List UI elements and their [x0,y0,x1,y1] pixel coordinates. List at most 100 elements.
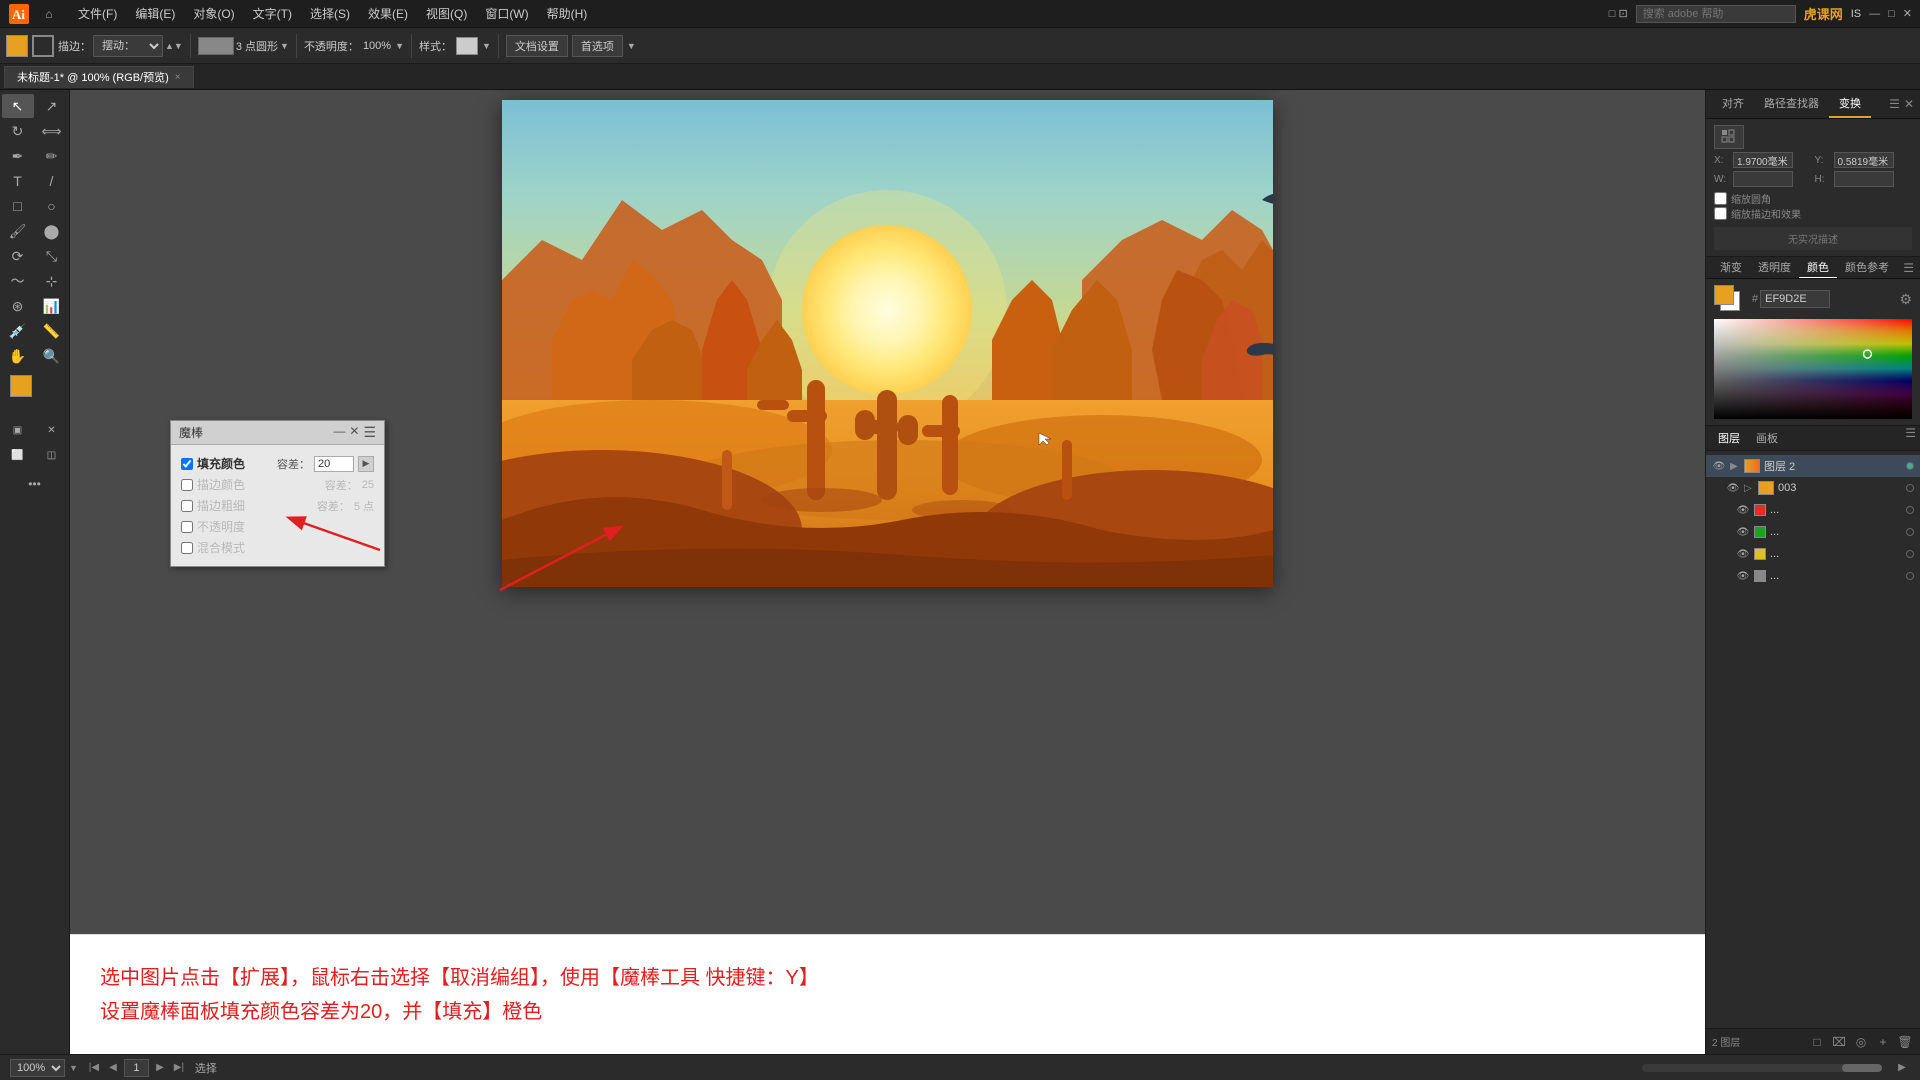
menu-window[interactable]: 窗口(W) [477,3,536,24]
layer-dot-green[interactable] [1906,528,1914,536]
view-screen-btn[interactable]: ⬜ [2,443,34,467]
right-panel-close-icon[interactable]: ✕ [1904,97,1914,111]
text-tool-btn[interactable]: T [2,169,34,193]
rotate2-tool-btn[interactable]: ⟳ [2,244,34,268]
color-panel-menu-icon[interactable]: ☰ [1903,261,1914,275]
gradient-tab[interactable]: 渐变 [1712,257,1750,278]
transform-grid-icon[interactable] [1714,125,1744,149]
home-icon[interactable]: ⌂ [38,3,60,25]
layer-expand-003[interactable]: ▷ [1744,483,1754,493]
delete-layer-btn[interactable]: 🗑 [1896,1033,1914,1051]
brush-tool-btn[interactable]: 🖌 [2,219,34,243]
align-tab[interactable]: 对齐 [1712,90,1754,118]
x-input[interactable] [1733,152,1793,168]
layer-eye-gray[interactable]: 👁 [1736,569,1750,583]
warp-tool-btn[interactable]: 〜 [2,269,34,293]
right-panel-menu-icon[interactable]: ☰ [1889,97,1900,111]
h-scrollbar[interactable] [1642,1064,1882,1072]
pathfinder-tab[interactable]: 路径查找器 [1754,90,1829,118]
layer-item-green[interactable]: 👁 ... [1706,521,1920,543]
prev-page-btn[interactable]: ◀ [105,1060,121,1076]
none-swatch-btn[interactable]: ✕ [36,418,68,442]
rect-tool-btn[interactable]: □ [2,194,34,218]
make-clipping-mask-btn[interactable]: ⌧ [1830,1033,1848,1051]
transparency-tab[interactable]: 透明度 [1750,257,1799,278]
window-min-btn[interactable]: — [1869,8,1880,20]
find-object-btn[interactable]: ◎ [1852,1033,1870,1051]
layer-expand-layer2[interactable]: ▶ [1730,461,1740,471]
stroke-swatch[interactable] [32,35,54,57]
layer-item-layer2[interactable]: 👁 ▶ 图层 2 [1706,455,1920,477]
layer-dot-yellow[interactable] [1906,550,1914,558]
fg-color-swatch[interactable] [10,375,32,397]
menu-text[interactable]: 文字(T) [245,3,300,24]
create-sublayer-btn[interactable]: □ [1808,1033,1826,1051]
layer-dot-red[interactable] [1906,506,1914,514]
doc-settings-btn[interactable]: 文档设置 [506,35,568,57]
layer-item-red[interactable]: 👁 ... [1706,499,1920,521]
color-spectrum[interactable] [1714,319,1912,419]
fill-tolerance-input[interactable] [314,456,354,472]
gradient-swatch-btn[interactable]: ▣ [2,418,34,442]
y-input[interactable] [1834,152,1894,168]
window-close-btn[interactable]: ✕ [1903,7,1912,20]
ellipse-tool-btn[interactable]: ○ [36,194,68,218]
menu-select[interactable]: 选择(S) [302,3,358,24]
menu-object[interactable]: 对象(O) [185,3,242,24]
zoom-select[interactable]: 100% [10,1059,65,1077]
change-mode-btn[interactable]: ◫ [36,443,68,467]
measure-tool-btn[interactable]: 📏 [36,319,68,343]
layers-tab-layers[interactable]: 图层 [1710,426,1748,450]
menu-help[interactable]: 帮助(H) [539,3,596,24]
menu-view[interactable]: 视图(Q) [418,3,475,24]
fill-tolerance-increment-btn[interactable]: ▶ [358,456,374,472]
color-reference-tab[interactable]: 颜色参考 [1837,257,1897,278]
layer-dot-gray[interactable] [1906,572,1914,580]
last-page-btn[interactable]: ▶| [171,1060,187,1076]
blob-brush-tool-btn[interactable]: ⬤ [36,219,68,243]
h-scrollbar-thumb[interactable] [1842,1064,1882,1072]
fg-swatch-display[interactable] [1714,285,1734,305]
layer-eye-yellow[interactable]: 👁 [1736,547,1750,561]
wand-mode-select[interactable]: 摆动： [93,35,163,57]
page-input[interactable] [124,1059,149,1077]
line-tool-btn[interactable]: / [36,169,68,193]
direct-select-tool-btn[interactable]: ↗ [36,94,68,118]
layer-eye-003[interactable]: 👁 [1726,481,1740,495]
document-tab[interactable]: 未标题-1* @ 100% (RGB/预览) × [4,66,194,88]
fill-color-checkbox[interactable] [181,458,193,470]
tab-close-btn[interactable]: × [175,72,181,83]
eyedropper-tool-btn[interactable]: 💉 [2,319,34,343]
artwork-canvas[interactable] [502,100,1273,587]
window-max-btn[interactable]: □ [1888,8,1895,20]
blend-mode-checkbox[interactable] [181,542,193,554]
menu-file[interactable]: 文件(F) [70,3,125,24]
scale-tool-btn[interactable]: ⤡ [36,244,68,268]
rotate-tool-btn[interactable]: ↻ [2,119,34,143]
symbol-tool-btn[interactable]: ⊛ [2,294,34,318]
reflect-tool-btn[interactable]: ⟺ [36,119,68,143]
select-tool-btn[interactable]: ↖ [2,94,34,118]
transform-tab[interactable]: 变换 [1829,90,1871,118]
layers-tab-artboard[interactable]: 画板 [1748,426,1786,450]
layer-item-yellow[interactable]: 👁 ... [1706,543,1920,565]
layer-dot-layer2[interactable] [1906,462,1914,470]
w-input[interactable] [1733,171,1793,187]
pencil-tool-btn[interactable]: ✏ [36,144,68,168]
first-page-btn[interactable]: |◀ [86,1060,102,1076]
chart-tool-btn[interactable]: 📊 [36,294,68,318]
color-settings-icon[interactable]: ⚙ [1899,291,1912,308]
next-page-btn[interactable]: ▶ [152,1060,168,1076]
fill-swatch[interactable] [6,35,28,57]
color-tab[interactable]: 颜色 [1799,257,1837,278]
stroke-weight-checkbox[interactable] [181,500,193,512]
more-tools-btn[interactable]: ••• [19,472,51,496]
zoom-tool-btn[interactable]: 🔍 [36,344,68,368]
free-transform-btn[interactable]: ⊹ [36,269,68,293]
layer-item-003[interactable]: 👁 ▷ 003 [1706,477,1920,499]
scroll-right-btn[interactable]: ▶ [1894,1060,1910,1076]
color-hex-input[interactable] [1760,290,1830,308]
stroke-color-checkbox[interactable] [181,479,193,491]
layers-panel-menu-icon[interactable]: ☰ [1905,426,1916,450]
layer-eye-layer2[interactable]: 👁 [1712,459,1726,473]
